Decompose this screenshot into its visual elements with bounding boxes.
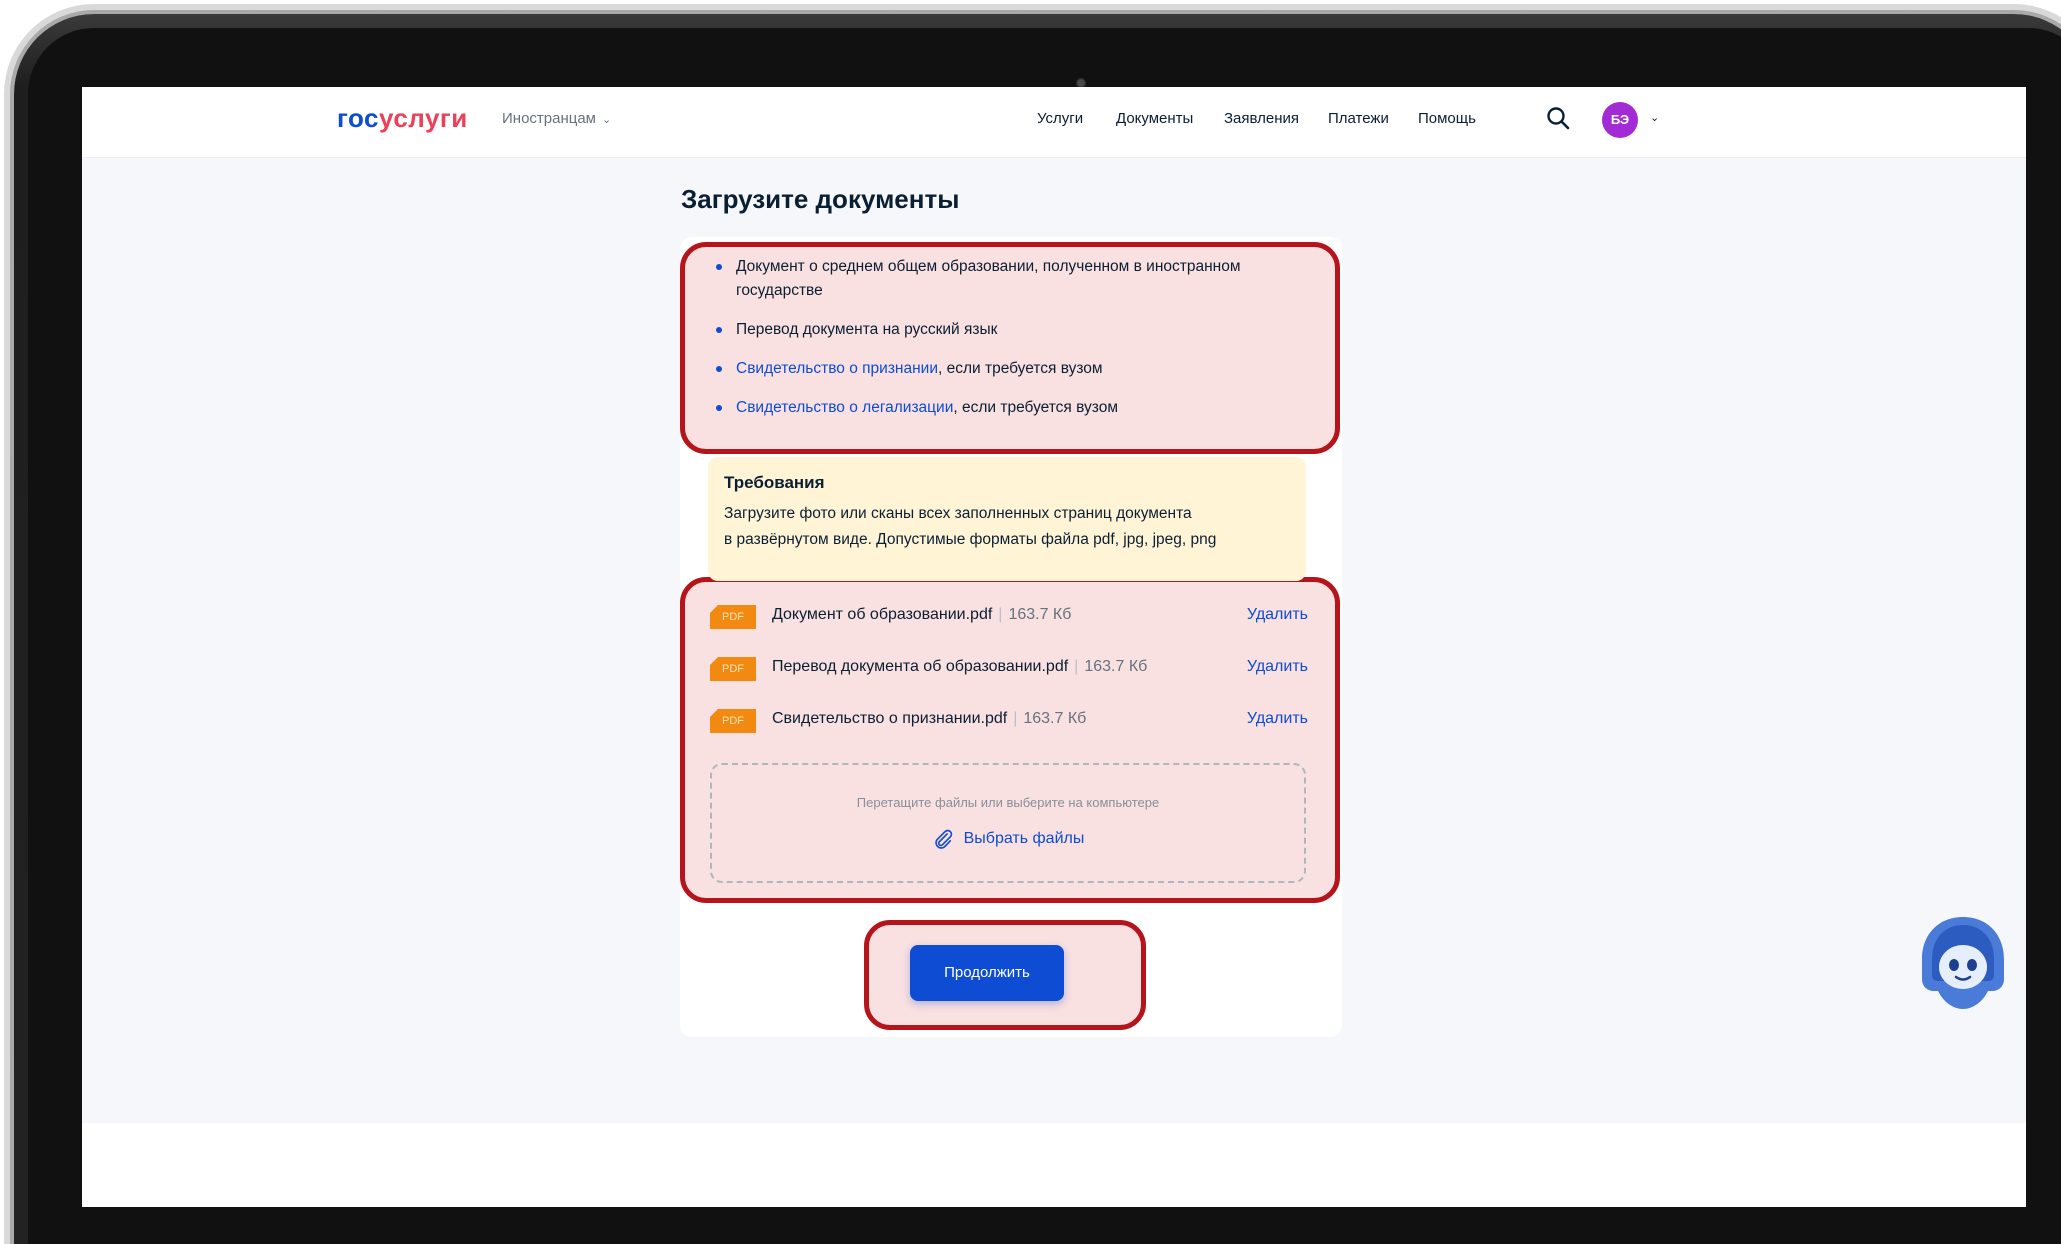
document-label: , если требуется вузом <box>953 399 1118 416</box>
pdf-file-icon: PDF <box>710 709 756 733</box>
list-item: Свидетельство о признании, если требуетс… <box>714 357 1324 381</box>
page-title: Загрузите документы <box>681 184 960 214</box>
site-header: госуслуги Иностранцам ⌄ Услуги Документы … <box>82 87 2026 158</box>
file-info: Свидетельство о признании.pdf | 163.7 Кб <box>772 710 1086 728</box>
nav-payments[interactable]: Платежи <box>1328 110 1389 127</box>
uploaded-file-row: PDF Свидетельство о признании.pdf | 163.7 … <box>710 706 1308 736</box>
requirements-title: Требования <box>724 473 825 492</box>
search-icon[interactable] <box>1545 105 1571 131</box>
dropzone-hint: Перетащите файлы или выберите на компьют… <box>856 795 1160 810</box>
delete-file-button[interactable]: Удалить <box>1247 658 1308 676</box>
uploaded-file-row: PDF Перевод документа об образовании.pdf… <box>710 654 1308 684</box>
requirements-line: Загрузите фото или сканы всех заполненны… <box>724 505 1192 522</box>
logo-part-gos: гос <box>337 103 379 133</box>
continue-button[interactable]: Продолжить <box>910 945 1064 1001</box>
paperclip-icon <box>934 829 952 849</box>
file-name: Свидетельство о признании.pdf <box>772 710 1008 727</box>
requirements-line: в развёрнутом виде. Допустимые форматы ф… <box>724 531 1217 548</box>
nav-help[interactable]: Помощь <box>1418 110 1476 127</box>
logo-part-uslugi: услуги <box>379 103 468 133</box>
nav-documents[interactable]: Документы <box>1116 110 1193 127</box>
document-label: Перевод документа на русский язык <box>736 321 998 338</box>
file-size: 163.7 Кб <box>1008 606 1072 623</box>
list-item: Перевод документа на русский язык <box>714 318 1324 342</box>
list-item: Документ о среднем общем образовании, по… <box>714 255 1324 303</box>
screen: госуслуги Иностранцам ⌄ Услуги Документы … <box>82 87 2026 1207</box>
foreigners-menu-label: Иностранцам <box>502 110 596 127</box>
file-name: Перевод документа об образовании.pdf <box>772 658 1069 675</box>
foreigners-menu[interactable]: Иностранцам ⌄ <box>502 110 611 127</box>
delete-file-button[interactable]: Удалить <box>1247 710 1308 728</box>
file-size: 163.7 Кб <box>1023 710 1087 727</box>
choose-files-label: Выбрать файлы <box>963 830 1085 848</box>
pdf-file-icon: PDF <box>710 605 756 629</box>
avatar[interactable]: БЭ <box>1602 102 1638 138</box>
separator: | <box>1013 710 1018 727</box>
delete-file-button[interactable]: Удалить <box>1247 606 1308 624</box>
recognition-certificate-link[interactable]: Свидетельство о признании <box>736 360 938 377</box>
uploaded-file-row: PDF Документ об образовании.pdf | 163.7 Кб… <box>710 602 1308 632</box>
list-item: Свидетельство о легализации, если требуе… <box>714 396 1324 420</box>
separator: | <box>998 606 1003 623</box>
robot-assistant-icon[interactable] <box>1916 913 2010 1013</box>
chevron-down-icon[interactable]: ⌄ <box>1650 111 1659 124</box>
file-name: Документ об образовании.pdf <box>772 606 993 623</box>
nav-applications[interactable]: Заявления <box>1224 110 1299 127</box>
pdf-file-icon: PDF <box>710 657 756 681</box>
requirements-box: Требования Загрузите фото или сканы всех… <box>708 457 1306 581</box>
file-info: Документ об образовании.pdf | 163.7 Кб <box>772 606 1071 624</box>
nav-services[interactable]: Услуги <box>1037 110 1083 127</box>
separator: | <box>1074 658 1079 675</box>
choose-files-button[interactable]: Выбрать файлы <box>712 828 1304 850</box>
file-size: 163.7 Кб <box>1084 658 1148 675</box>
file-dropzone[interactable]: Перетащите файлы или выберите на компьют… <box>710 763 1306 883</box>
chevron-down-icon: ⌄ <box>602 114 612 126</box>
document-label: Документ о среднем общем образовании, по… <box>736 258 1241 299</box>
document-label: , если требуется вузом <box>937 360 1103 377</box>
file-info: Перевод документа об образовании.pdf | 163… <box>772 658 1147 676</box>
legalization-certificate-link[interactable]: Свидетельство о легализации <box>736 399 953 416</box>
gosuslugi-logo[interactable]: госуслуги <box>337 103 468 134</box>
required-documents-list: Документ о среднем общем образовании, по… <box>714 255 1324 435</box>
